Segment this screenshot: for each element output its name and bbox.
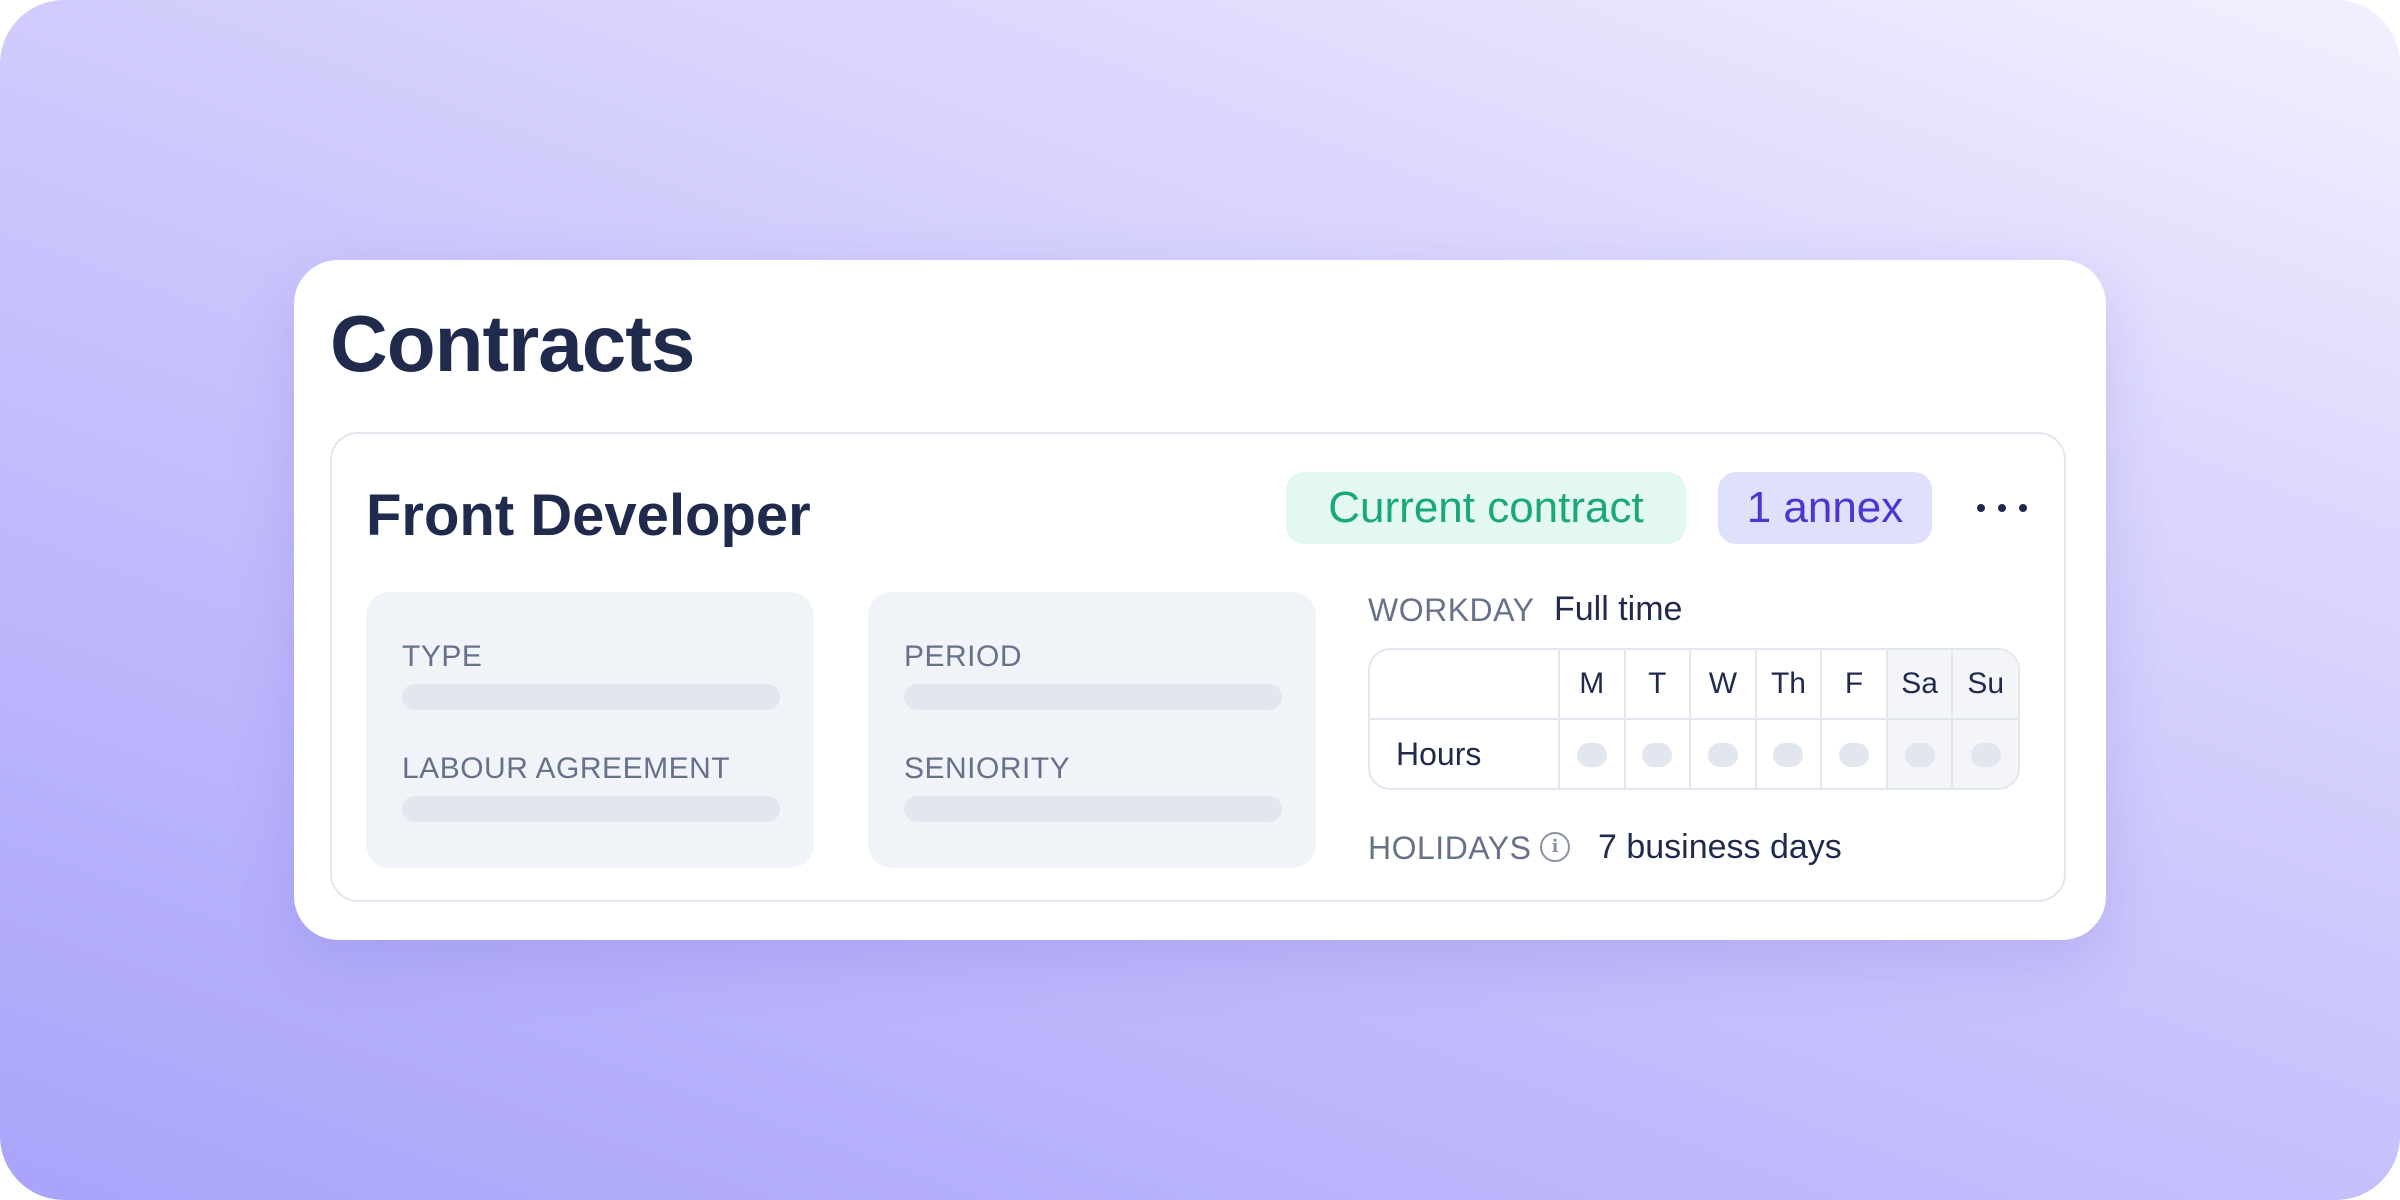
more-horizontal-icon[interactable] xyxy=(1972,486,2032,530)
info-icon[interactable]: i xyxy=(1540,832,1570,862)
day-friday: F xyxy=(1821,650,1888,720)
holidays-label: HOLIDAYS xyxy=(1368,830,1532,866)
hours-cell-wednesday xyxy=(1690,719,1757,788)
seniority-label: SENIORITY xyxy=(904,752,1071,785)
day-sunday: Su xyxy=(1952,650,2018,720)
hours-cell-saturday xyxy=(1886,719,1954,788)
schedule-header-row: M T W Th F Sa Su xyxy=(1370,650,2018,720)
background: Contracts Front Developer Current contra… xyxy=(0,0,2400,1200)
day-wednesday: W xyxy=(1690,650,1757,720)
annex-badge[interactable]: 1 annex xyxy=(1718,472,1932,544)
hours-cell-thursday xyxy=(1755,719,1823,788)
hours-cell-tuesday xyxy=(1624,719,1692,788)
hours-row-label: Hours xyxy=(1370,719,1560,788)
day-saturday: Sa xyxy=(1886,650,1954,720)
hours-placeholder xyxy=(1904,743,1935,768)
hours-placeholder xyxy=(1642,743,1673,768)
contract-title: Front Developer xyxy=(366,483,811,548)
period-label: PERIOD xyxy=(904,640,1023,673)
weekly-hours-table: M T W Th F Sa Su Hours xyxy=(1368,648,2020,790)
contracts-panel: Contracts Front Developer Current contra… xyxy=(294,260,2106,940)
type-label: TYPE xyxy=(402,640,483,673)
hours-placeholder xyxy=(1970,743,2001,768)
hours-placeholder xyxy=(1839,743,1870,768)
hours-cell-friday xyxy=(1821,719,1888,788)
workday-label: WORKDAY xyxy=(1368,592,1535,628)
contract-card[interactable]: Front Developer Current contract 1 annex… xyxy=(330,432,2066,902)
schedule-hours-row: Hours xyxy=(1370,719,2018,788)
info-box-period: PERIOD SENIORITY xyxy=(868,592,1316,868)
day-tuesday: T xyxy=(1624,650,1692,720)
hours-placeholder xyxy=(1773,743,1804,768)
menu-dot xyxy=(1998,504,2006,512)
hours-cell-monday xyxy=(1559,719,1626,788)
workday-value: Full time xyxy=(1554,590,1683,628)
holidays-value: 7 business days xyxy=(1598,828,1842,866)
day-thursday: Th xyxy=(1755,650,1823,720)
hours-cell-sunday xyxy=(1952,719,2018,788)
menu-dot xyxy=(1977,504,1985,512)
hours-placeholder xyxy=(1576,743,1607,768)
current-contract-badge: Current contract xyxy=(1286,472,1686,544)
period-value-placeholder xyxy=(904,684,1282,710)
hours-placeholder xyxy=(1707,743,1738,768)
seniority-value-placeholder xyxy=(904,796,1282,822)
type-value-placeholder xyxy=(402,684,780,710)
day-monday: M xyxy=(1559,650,1626,720)
page-title: Contracts xyxy=(330,299,695,388)
menu-dot xyxy=(2019,504,2027,512)
labour-agreement-value-placeholder xyxy=(402,796,780,822)
schedule-corner-cell xyxy=(1370,650,1560,720)
info-box-type: TYPE LABOUR AGREEMENT xyxy=(366,592,814,868)
labour-agreement-label: LABOUR AGREEMENT xyxy=(402,752,731,785)
